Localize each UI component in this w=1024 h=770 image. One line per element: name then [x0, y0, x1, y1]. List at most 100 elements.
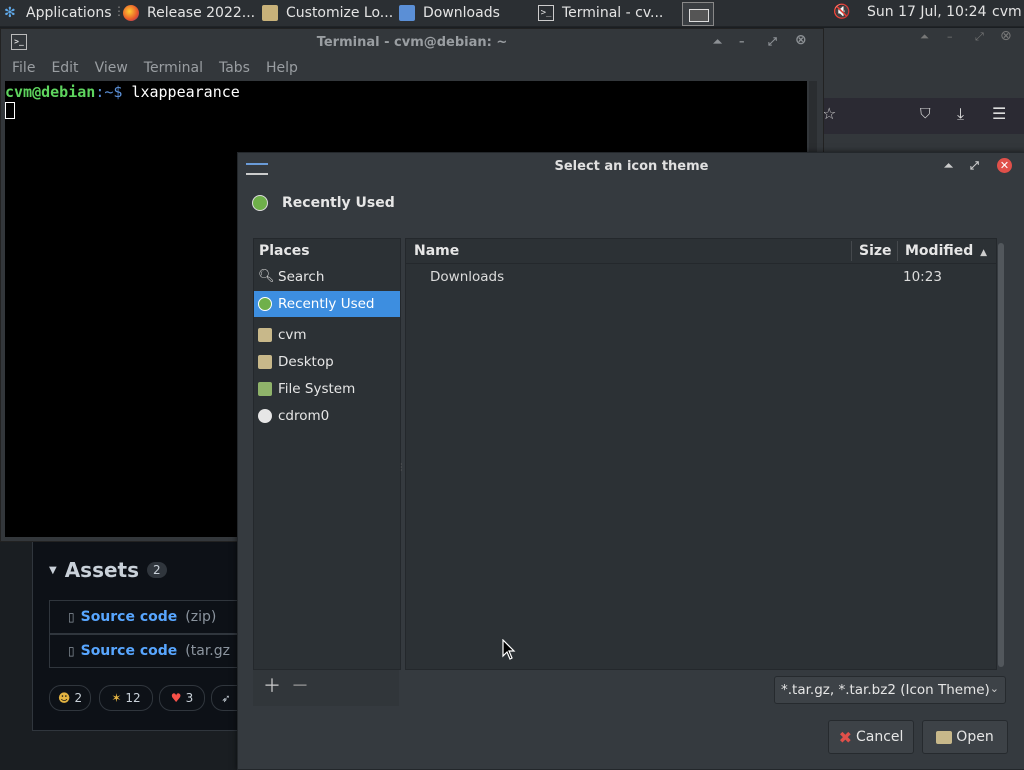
places-toolbar: ＋ － [253, 670, 399, 706]
zip-file-icon: ▯ [68, 610, 75, 624]
prompt-path: :~$ [95, 83, 123, 101]
assets-count-badge: 2 [147, 562, 167, 578]
maximize-icon[interactable]: ⤢ [975, 30, 984, 44]
clock[interactable]: Sun 17 Jul, 10:24 [867, 4, 987, 20]
open-folder-icon [936, 730, 953, 744]
browser-window: ⏶ – ⤢ ⊗ ☆ ⛉ ⤓ ☰ [822, 28, 1024, 152]
maximize-icon[interactable]: ⤢ [970, 159, 979, 173]
cancel-icon: ✖ [838, 727, 852, 747]
remove-bookmark-button[interactable]: － [289, 676, 311, 698]
tada-emoji-icon: ✶ [111, 691, 122, 705]
heart-emoji-icon: ♥ [170, 691, 182, 705]
files-scrollbar[interactable] [998, 243, 1004, 667]
menu-tabs[interactable]: Tabs [211, 60, 258, 76]
drive-icon [258, 382, 272, 396]
menu-file[interactable]: File [1, 60, 43, 76]
places-item-cvm[interactable]: cvm [254, 322, 400, 348]
restore-icon[interactable]: – [947, 30, 953, 43]
reaction-tada[interactable]: ✶ 12 [99, 685, 153, 711]
close-icon[interactable]: ⊗ [795, 32, 807, 48]
browser-toolbar: ☆ ⛉ ⤓ ☰ [822, 98, 1024, 134]
open-button[interactable]: Open [922, 720, 1008, 754]
top-panel: ✻ Applications ⋮ Release 2022... Customi… [0, 0, 1024, 27]
column-name-header[interactable]: Name [414, 243, 459, 259]
desktop-folder-icon [258, 355, 272, 369]
reaction-smile[interactable]: ☻ 2 [49, 685, 91, 711]
dialog-titlebar[interactable]: Select an icon theme ⏶ ⤢ ✕ [238, 153, 1024, 179]
location-button[interactable]: Recently Used [252, 195, 395, 211]
menu-terminal[interactable]: Terminal [136, 60, 211, 76]
hamburger-menu-icon[interactable]: ☰ [992, 104, 1006, 123]
workspace-switcher[interactable] [682, 2, 714, 26]
column-divider [851, 241, 852, 261]
file-modified: 10:23 [903, 269, 942, 285]
menu-edit[interactable]: Edit [43, 60, 86, 76]
reaction-heart[interactable]: ♥ 3 [159, 685, 205, 711]
places-pane: Places 🔍︎ Search Recently Used cvm Deskt… [253, 238, 401, 670]
minimize-icon[interactable]: ⏶ [713, 35, 722, 49]
command-text: lxappearance [122, 83, 240, 101]
asset-row-targz[interactable]: ▯ Source code (tar.gz [49, 634, 241, 668]
task-release[interactable]: Release 2022... [123, 0, 255, 26]
places-item-cdrom0[interactable]: cdrom0 [254, 403, 400, 429]
search-icon: 🔍︎ [258, 269, 275, 284]
mouse-cursor-icon [502, 639, 516, 660]
volume-icon[interactable]: 🔇 [833, 4, 850, 20]
cdrom-icon [258, 409, 272, 423]
minimize-icon[interactable]: ⏶ [920, 30, 929, 44]
zip-file-icon: ▯ [68, 644, 75, 658]
file-list-header: Name Size Modified ▲ [406, 239, 996, 264]
places-item-file-system[interactable]: File System [254, 376, 400, 402]
places-header: Places [259, 243, 310, 259]
terminal-line: cvm@debian:~$ lxappearance [5, 83, 240, 101]
files-pane: Name Size Modified ▲ Downloads 10:23 [405, 238, 997, 670]
add-bookmark-button[interactable]: ＋ [261, 676, 283, 698]
asset-row-zip[interactable]: ▯ Source code (zip) [49, 600, 241, 634]
applications-icon: ✻ [4, 5, 16, 21]
recently-used-icon [252, 195, 268, 211]
task-downloads[interactable]: Downloads [399, 0, 500, 26]
terminal-titlebar[interactable]: >_ Terminal - cvm@debian: ~ ⏶ – ⤢ ⊗ [1, 29, 823, 55]
bookmark-star-icon[interactable]: ☆ [822, 104, 836, 123]
minimize-icon[interactable]: ⏶ [944, 159, 953, 173]
column-modified-header[interactable]: Modified ▲ [905, 243, 987, 259]
file-name: Downloads [430, 269, 505, 285]
home-folder-icon [258, 328, 272, 342]
menu-help[interactable]: Help [258, 60, 306, 76]
chevron-down-icon: ⌄ [989, 682, 999, 695]
download-icon[interactable]: ⤓ [957, 104, 964, 124]
applications-menu[interactable]: ✻ Applications [4, 0, 112, 26]
select-icon-theme-dialog: Select an icon theme ⏶ ⤢ ✕ Recently Used… [237, 152, 1024, 770]
pocket-icon[interactable]: ⛉ [920, 106, 931, 122]
prompt-user: cvm@debian [5, 83, 96, 101]
menu-view[interactable]: View [87, 60, 136, 76]
rocket-emoji-icon: ➶ [221, 691, 231, 705]
maximize-icon[interactable]: ⤢ [768, 35, 777, 49]
places-item-recently-used[interactable]: Recently Used [254, 291, 400, 317]
close-icon[interactable]: ⊗ [1000, 28, 1012, 44]
assets-header[interactable]: ▼ Assets 2 [49, 558, 167, 582]
column-size-header[interactable]: Size [859, 243, 892, 259]
user-menu[interactable]: cvm [992, 4, 1022, 20]
task-customize[interactable]: Customize Lo... [262, 0, 393, 26]
places-item-desktop[interactable]: Desktop [254, 349, 400, 375]
close-icon[interactable]: ✕ [997, 158, 1012, 173]
workspace-window-preview [689, 9, 709, 22]
terminal-icon: >_ [538, 5, 554, 21]
places-item-search[interactable]: 🔍︎ Search [254, 264, 400, 290]
recently-used-icon [258, 297, 272, 311]
cancel-button[interactable]: ✖ Cancel [828, 720, 914, 754]
terminal-menubar: File Edit View Terminal Tabs Help [1, 55, 823, 81]
task-terminal[interactable]: >_ Terminal - cv... [538, 0, 663, 26]
reaction-rocket[interactable]: ➶ [211, 685, 240, 711]
firefox-icon [123, 5, 139, 21]
triangle-down-icon: ▼ [49, 564, 57, 576]
file-type-filter-select[interactable]: *.tar.gz, *.tar.bz2 (Icon Theme) ⌄ [774, 676, 1006, 704]
dialog-window-icon [246, 163, 268, 175]
file-row[interactable]: Downloads 10:23 [406, 265, 996, 289]
smile-emoji-icon: ☻ [57, 691, 71, 705]
restore-icon[interactable]: – [739, 35, 745, 48]
terminal-cursor [5, 102, 15, 119]
pane-splitter-handle[interactable]: · · · [400, 461, 403, 475]
column-divider [897, 241, 898, 261]
